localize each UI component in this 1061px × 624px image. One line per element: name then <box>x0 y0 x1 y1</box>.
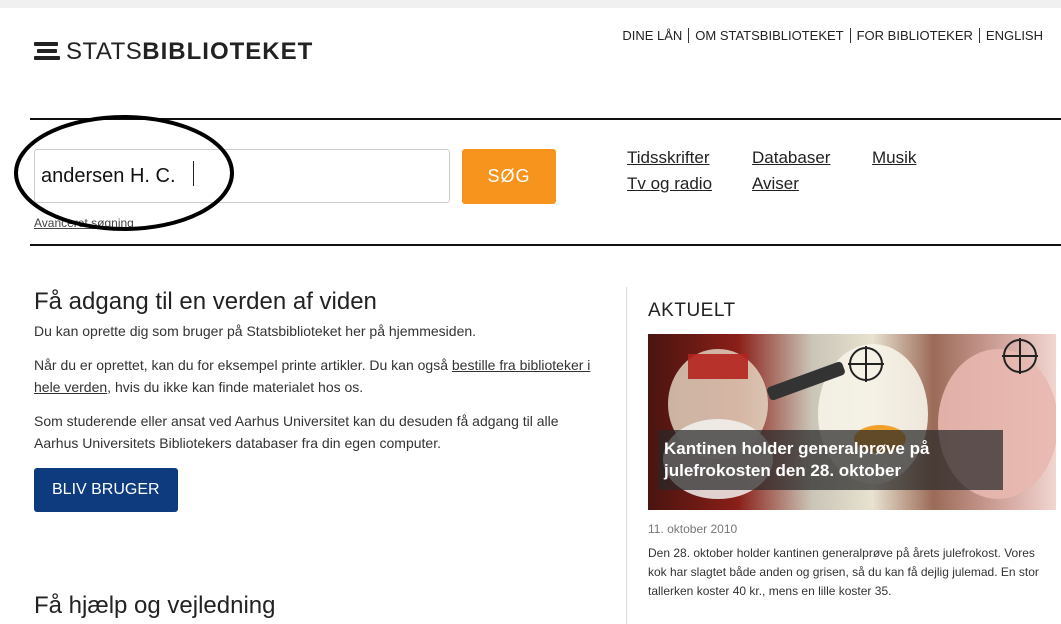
books-logo-icon <box>34 42 60 62</box>
window-top-border <box>0 0 1061 8</box>
welcome-paragraph-1: Du kan oprette dig som bruger på Statsbi… <box>34 323 477 339</box>
welcome-p2-text: Når du er oprettet, kan du for eksempel … <box>34 357 452 373</box>
quicklink-tv-radio[interactable]: Tv og radio <box>627 174 712 194</box>
quicklink-journals[interactable]: Tidsskrifter <box>627 148 710 168</box>
column-divider <box>626 287 627 624</box>
logo-text: STATSBIBLIOTEKET <box>66 38 314 65</box>
news-image[interactable]: Kantinen holder generalprøve på julefrok… <box>648 334 1056 510</box>
ellipse-highlight-annotation <box>14 115 234 231</box>
quicklink-music[interactable]: Musik <box>872 148 916 168</box>
welcome-p2-text-end: , hvis du ikke kan finde materialet hos … <box>107 379 364 395</box>
nav-loans[interactable]: DINE LÅN <box>616 28 688 43</box>
welcome-paragraph-2: Når du er oprettet, kan du for eksempel … <box>34 354 604 398</box>
welcome-section: Få adgang til en verden af viden Du kan … <box>34 288 604 512</box>
nav-libraries[interactable]: FOR BIBLIOTEKER <box>849 28 979 43</box>
news-body: Den 28. oktober holder kantinen generalp… <box>648 546 1039 598</box>
welcome-paragraph-3: Som studerende eller ansat ved Aarhus Un… <box>34 413 559 451</box>
help-title: Få hjælp og vejledning <box>34 592 276 619</box>
site-logo[interactable]: STATSBIBLIOTEKET <box>34 38 313 66</box>
quicklink-newspapers[interactable]: Aviser <box>752 174 799 194</box>
news-heading: AKTUELT <box>648 300 736 321</box>
nav-english[interactable]: ENGLISH <box>978 28 1049 43</box>
quicklink-databases[interactable]: Databaser <box>752 148 830 168</box>
news-image-caption[interactable]: Kantinen holder generalprøve på julefrok… <box>658 430 1003 490</box>
nav-about[interactable]: OM STATSBIBLIOTEKET <box>688 28 849 43</box>
search-button[interactable]: SØG <box>462 149 556 204</box>
top-navigation: DINE LÅN OM STATSBIBLIOTEKET FOR BIBLIOT… <box>616 28 1049 43</box>
welcome-title: Få adgang til en verden af viden <box>34 288 377 315</box>
search-divider <box>30 244 1061 246</box>
news-date: 11. oktober 2010 <box>648 522 738 536</box>
become-user-button[interactable]: BLIV BRUGER <box>34 468 178 512</box>
